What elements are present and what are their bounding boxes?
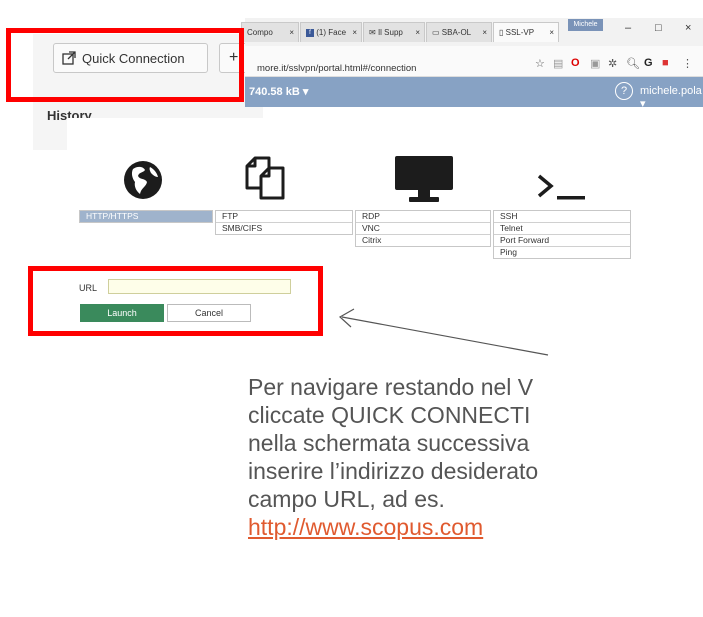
- star-icon[interactable]: ☆: [535, 57, 545, 70]
- close-window-button[interactable]: ×: [685, 22, 691, 34]
- terminal-protocol-list: SSH Telnet Port Forward Ping: [493, 210, 631, 259]
- highlight-url-form: [28, 266, 323, 336]
- browser-window: Compo × f (1) Face × ✉ Il Supp × ▭ SBA-OL × …: [241, 18, 703, 118]
- file-protocol-list: FTP SMB/CIFS: [215, 210, 353, 235]
- example-link[interactable]: http://www.scopus.com: [248, 513, 703, 541]
- list-item-vnc[interactable]: VNC: [356, 223, 490, 235]
- caption-line: campo URL, ad es.: [248, 486, 445, 512]
- tab-close-icon[interactable]: ×: [482, 23, 487, 42]
- tab-sba-ol[interactable]: ▭ SBA-OL ×: [426, 22, 492, 42]
- reader-icon[interactable]: ▤: [553, 57, 563, 70]
- caption-line: inserire l’indirizzo desiderato: [248, 458, 539, 484]
- list-item-ftp[interactable]: FTP: [216, 211, 352, 223]
- facebook-icon: f: [306, 28, 314, 37]
- highlight-quick-connection: [6, 28, 244, 102]
- files-icon: [245, 156, 285, 200]
- url-text[interactable]: more.it/sslvpn/portal.html#/connection: [257, 63, 416, 74]
- grammarly-icon[interactable]: G: [644, 57, 653, 69]
- puzzle-icon[interactable]: ✲: [608, 57, 617, 70]
- user-menu[interactable]: michele.pola ▾: [640, 85, 703, 110]
- list-item-smb-cifs[interactable]: SMB/CIFS: [216, 223, 352, 234]
- list-item-port-forward[interactable]: Port Forward: [494, 235, 630, 247]
- extension-icon[interactable]: ▣: [590, 57, 600, 70]
- list-item-http-https[interactable]: HTTP/HTTPS: [80, 211, 212, 222]
- traffic-counter[interactable]: 740.58 kB ▾: [249, 85, 308, 98]
- zoom-icon[interactable]: 🔍︎: [626, 57, 640, 70]
- minimize-button[interactable]: –: [625, 22, 631, 34]
- tab-compo[interactable]: Compo ×: [241, 22, 299, 42]
- tab-ssl-vpn[interactable]: ▯ SSL-VP ×: [493, 22, 559, 42]
- tab-close-icon[interactable]: ×: [549, 23, 554, 42]
- menu-icon[interactable]: ⋮: [682, 57, 693, 70]
- instruction-caption: Per navigare restando nel V cliccate QUI…: [248, 373, 703, 541]
- maximize-button[interactable]: □: [655, 22, 662, 34]
- list-item-telnet[interactable]: Telnet: [494, 223, 630, 235]
- callout-arrow: [338, 308, 549, 356]
- caption-line: Per navigare restando nel V: [248, 374, 534, 400]
- list-item-ping[interactable]: Ping: [494, 247, 630, 258]
- list-item-ssh[interactable]: SSH: [494, 211, 630, 223]
- tab-close-icon[interactable]: ×: [415, 23, 420, 42]
- tab-facebook[interactable]: f (1) Face ×: [300, 22, 362, 42]
- mail-icon: ✉: [369, 28, 378, 37]
- help-icon[interactable]: ?: [615, 82, 633, 100]
- tab-close-icon[interactable]: ×: [352, 23, 357, 42]
- globe-icon: [124, 161, 162, 199]
- folder-icon: ▭: [432, 28, 442, 37]
- tab-bar: Compo × f (1) Face × ✉ Il Supp × ▭ SBA-OL × …: [241, 18, 703, 46]
- connection-panel: HTTP/HTTPS FTP SMB/CIFS RDP VNC Citrix S…: [67, 118, 703, 617]
- terminal-icon: [537, 174, 585, 200]
- list-item-rdp[interactable]: RDP: [356, 211, 490, 223]
- caption-line: nella schermata successiva: [248, 430, 530, 456]
- web-protocol-list: HTTP/HTTPS: [79, 210, 213, 223]
- caption-line: cliccate QUICK CONNECTI: [248, 402, 531, 428]
- page-icon: ▯: [499, 28, 506, 37]
- desktop-protocol-list: RDP VNC Citrix: [355, 210, 491, 247]
- opera-icon[interactable]: O: [571, 57, 580, 69]
- mail-badge-icon[interactable]: ■: [662, 57, 669, 69]
- tab-close-icon[interactable]: ×: [289, 23, 294, 42]
- list-item-citrix[interactable]: Citrix: [356, 235, 490, 246]
- monitor-icon: [395, 156, 453, 202]
- portal-header: 740.58 kB ▾ ? michele.pola ▾: [245, 77, 703, 110]
- profile-badge[interactable]: Michele: [568, 19, 603, 31]
- tab-supporto[interactable]: ✉ Il Supp ×: [363, 22, 425, 42]
